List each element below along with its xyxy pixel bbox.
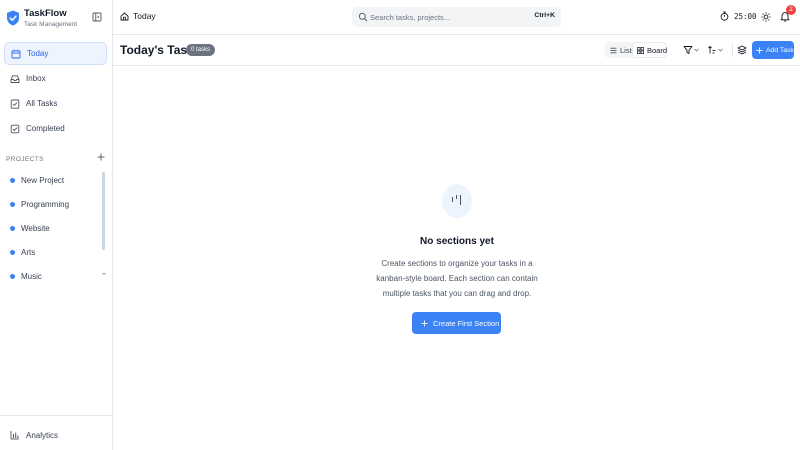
chevron-down-icon bbox=[717, 45, 724, 55]
task-count-badge: 0 tasks bbox=[186, 44, 216, 56]
projects-scrollbar[interactable] bbox=[102, 172, 105, 250]
sidebar-nav: Today Inbox All Tasks Completed bbox=[4, 42, 107, 142]
empty-state-title: No sections yet bbox=[420, 236, 494, 247]
sidebar-item-label: All Tasks bbox=[26, 99, 58, 108]
sidebar: TaskFlow Task Management Today Inbox All… bbox=[0, 0, 113, 450]
toolbar-divider bbox=[732, 44, 733, 57]
inbox-icon bbox=[10, 74, 20, 84]
chevron-down-icon bbox=[693, 45, 700, 55]
sidebar-item-today[interactable]: Today bbox=[4, 42, 107, 65]
project-color-dot bbox=[10, 249, 15, 255]
projects-header: PROJECTS bbox=[6, 152, 106, 164]
sidebar-item-label: Completed bbox=[26, 124, 65, 133]
empty-state-description: Create sections to organize your tasks i… bbox=[376, 259, 538, 298]
notification-badge: 2 bbox=[786, 5, 796, 15]
project-list: New Project Programming Website Arts Mus… bbox=[4, 168, 100, 288]
add-task-label: Add Task bbox=[766, 46, 794, 54]
project-label: Arts bbox=[21, 247, 36, 257]
bar-chart-icon bbox=[10, 430, 20, 440]
project-item-arts[interactable]: Arts bbox=[4, 240, 100, 264]
sun-icon[interactable] bbox=[761, 12, 771, 22]
plus-icon bbox=[421, 320, 428, 327]
sidebar-item-label: Today bbox=[27, 49, 49, 58]
create-first-section-label: Create First Section bbox=[433, 318, 500, 328]
timer-value: 25:00 bbox=[734, 11, 757, 21]
grid-icon bbox=[637, 46, 644, 54]
app-name: TaskFlow bbox=[24, 8, 67, 19]
project-item-website[interactable]: Website bbox=[4, 216, 100, 240]
calendar-icon bbox=[11, 49, 21, 59]
project-color-dot bbox=[10, 177, 15, 183]
search-input[interactable] bbox=[370, 10, 520, 24]
breadcrumb[interactable]: Today bbox=[120, 11, 156, 21]
app-subtitle: Task Management bbox=[24, 21, 78, 28]
project-color-dot bbox=[10, 225, 15, 231]
project-color-dot bbox=[10, 273, 15, 279]
layers-icon[interactable] bbox=[737, 45, 747, 55]
breadcrumb-label: Today bbox=[133, 11, 156, 21]
kanban-icon bbox=[442, 184, 472, 218]
sidebar-item-inbox[interactable]: Inbox bbox=[4, 67, 107, 90]
sidebar-item-completed[interactable]: Completed bbox=[4, 117, 107, 140]
top-bar: Today Ctrl+K 25:00 bbox=[113, 0, 800, 35]
taskflow-logo-icon bbox=[6, 10, 20, 26]
scroll-down-arrow-icon[interactable] bbox=[101, 271, 107, 277]
projects-title: PROJECTS bbox=[6, 156, 44, 163]
project-label: Programming bbox=[21, 199, 70, 209]
search-shortcut: Ctrl+K bbox=[534, 12, 555, 19]
view-toggle: List Board bbox=[605, 42, 667, 58]
home-icon bbox=[120, 12, 129, 21]
project-label: New Project bbox=[21, 175, 65, 185]
project-label: Music bbox=[21, 271, 42, 281]
pomodoro-timer[interactable]: 25:00 bbox=[720, 11, 757, 21]
list-icon bbox=[610, 47, 617, 54]
checklist-icon bbox=[10, 99, 20, 109]
analytics-label: Analytics bbox=[26, 430, 59, 440]
sidebar-footer: Analytics bbox=[0, 415, 113, 450]
project-item-music[interactable]: Music bbox=[4, 264, 100, 288]
search-box[interactable]: Ctrl+K bbox=[352, 7, 561, 27]
check-square-icon bbox=[10, 124, 20, 134]
brand[interactable]: TaskFlow Task Management bbox=[6, 8, 106, 30]
create-first-section-button[interactable]: Create First Section bbox=[412, 312, 501, 334]
filter-icon bbox=[683, 45, 693, 55]
view-board-button[interactable]: Board bbox=[633, 43, 668, 57]
sidebar-item-all-tasks[interactable]: All Tasks bbox=[4, 92, 107, 115]
view-board-label: Board bbox=[647, 45, 668, 55]
project-color-dot bbox=[10, 201, 15, 207]
plus-icon bbox=[756, 47, 763, 54]
search-icon bbox=[358, 12, 368, 22]
sidebar-item-analytics[interactable]: Analytics bbox=[10, 430, 58, 440]
project-item-new-project[interactable]: New Project bbox=[4, 168, 100, 192]
view-list-button[interactable]: List bbox=[607, 44, 633, 56]
add-project-plus-icon[interactable] bbox=[96, 152, 106, 162]
add-task-button[interactable]: Add Task bbox=[752, 41, 794, 59]
page-header: Today's Tasks 0 tasks List Board Add Tas… bbox=[113, 35, 800, 66]
sort-button[interactable] bbox=[707, 45, 725, 55]
stopwatch-icon bbox=[720, 11, 729, 21]
project-item-programming[interactable]: Programming bbox=[4, 192, 100, 216]
view-list-label: List bbox=[620, 45, 632, 55]
project-label: Website bbox=[21, 223, 50, 233]
filter-button[interactable] bbox=[683, 45, 701, 55]
sort-icon bbox=[707, 45, 717, 55]
sidebar-item-label: Inbox bbox=[26, 74, 46, 83]
sidebar-toggle-icon[interactable] bbox=[92, 12, 102, 22]
